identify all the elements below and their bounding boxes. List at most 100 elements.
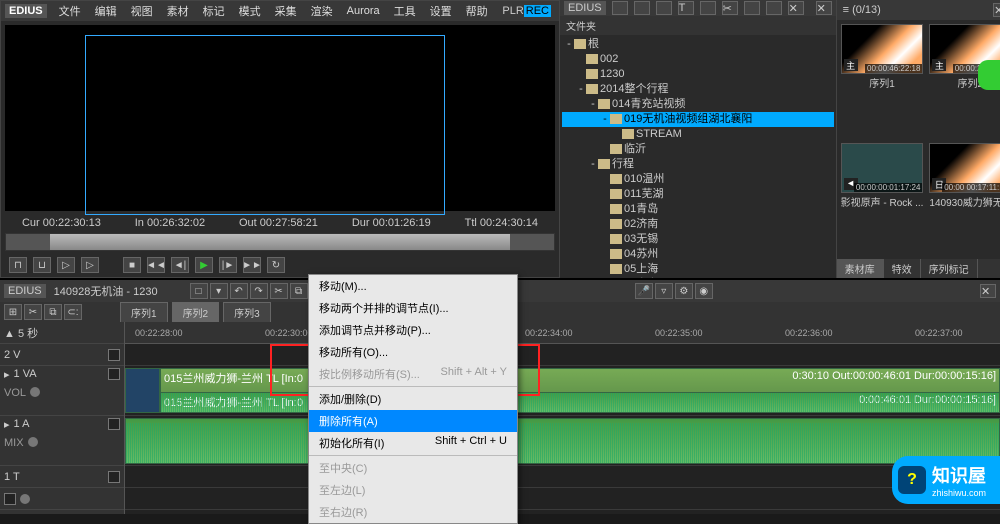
tree-node[interactable]: 05上海 — [562, 262, 834, 277]
tree-node[interactable]: 01青岛 — [562, 202, 834, 217]
tree-root[interactable]: -根 — [562, 37, 834, 52]
render-btn[interactable]: ◉ — [695, 283, 713, 299]
snap-btn[interactable]: ⊞ — [4, 304, 22, 320]
context-menu[interactable]: 移动(M)...移动两个并排的调节点(I)...添加调节点并移动(P)...移动… — [308, 274, 518, 524]
menu-mode[interactable]: 模式 — [233, 1, 267, 21]
menu-render[interactable]: 渲染 — [305, 1, 339, 21]
track-1va[interactable]: ▸1 VA VOL — [0, 366, 124, 416]
track-row-1a[interactable] — [125, 416, 1000, 466]
save-btn[interactable]: ▾ — [210, 283, 228, 299]
close-icon[interactable]: ✕ — [980, 284, 996, 298]
redo-btn[interactable]: ↷ — [250, 283, 268, 299]
menu-tools[interactable]: 工具 — [388, 1, 422, 21]
tree-node[interactable]: 010温州 — [562, 172, 834, 187]
scrub-bar[interactable] — [5, 233, 555, 251]
prev-btn[interactable]: ▷ — [57, 257, 75, 273]
menu-view[interactable]: 视图 — [125, 1, 159, 21]
tab-seq3[interactable]: 序列3 — [223, 302, 271, 323]
tree-node[interactable]: -行程 — [562, 157, 834, 172]
play-btn[interactable]: ▶ — [195, 257, 213, 273]
menu-capture[interactable]: 采集 — [269, 1, 303, 21]
magnet-btn[interactable]: ⊂: — [64, 304, 82, 320]
tree-node[interactable]: -019无机油视频组湖北襄阳 — [562, 112, 834, 127]
menu-help[interactable]: 帮助 — [460, 1, 494, 21]
track-2v[interactable]: 2 V — [0, 344, 124, 366]
preview-viewport[interactable] — [5, 25, 555, 211]
menu-aurora[interactable]: Aurora — [341, 3, 386, 19]
new-seq-btn[interactable]: □ — [190, 283, 208, 299]
loop-btn[interactable]: ↻ — [267, 257, 285, 273]
tree-node[interactable]: 03无锡 — [562, 232, 834, 247]
step-fwd-btn[interactable]: |► — [219, 257, 237, 273]
group-btn[interactable]: ⧉ — [44, 304, 62, 320]
ctx-item[interactable]: 删除所有(A) — [309, 410, 517, 432]
menu-mark[interactable]: 标记 — [197, 1, 231, 21]
marker-btn[interactable]: ▿ — [655, 283, 673, 299]
rew-btn[interactable]: ◄◄ — [147, 257, 165, 273]
ctx-item[interactable]: 添加/删除(D) — [309, 388, 517, 410]
menu-file[interactable]: 文件 — [53, 1, 87, 21]
tree-node[interactable]: 06南京 — [562, 277, 834, 278]
next-btn[interactable]: ▷ — [81, 257, 99, 273]
mark-out-btn[interactable]: ⊔ — [33, 257, 51, 273]
settings-btn[interactable]: ⚙ — [675, 283, 693, 299]
tree-node[interactable]: -2014整个行程 — [562, 82, 834, 97]
ffwd-btn[interactable]: ►► — [243, 257, 261, 273]
audio-clip-1[interactable]: 015兰州威力狮-兰州 TL [In:00:00:46:01 Dur:00:00… — [160, 392, 1000, 413]
ctx-item[interactable]: 移动所有(O)... — [309, 341, 517, 363]
menu-edit[interactable]: 编辑 — [89, 1, 123, 21]
search-icon[interactable] — [612, 1, 628, 15]
tree-node[interactable]: 002 — [562, 52, 834, 67]
clip-thumb[interactable] — [125, 368, 160, 413]
menu-settings[interactable]: 设置 — [424, 1, 458, 21]
step-back-btn[interactable]: ◄| — [171, 257, 189, 273]
track-row-x[interactable] — [125, 488, 1000, 510]
tree-node[interactable]: STREAM — [562, 127, 834, 142]
ctx-item[interactable]: 初始化所有(I)Shift + Ctrl + U — [309, 432, 517, 454]
tab-seq2[interactable]: 序列2 — [172, 302, 220, 323]
new-icon[interactable] — [656, 1, 672, 15]
folder-tree[interactable]: -根 0021230-2014整个行程-014青充站视频-019无机油视频组湖北… — [560, 35, 836, 278]
folder-icon[interactable] — [634, 1, 650, 15]
cut-icon[interactable]: ✂ — [722, 1, 738, 15]
ctx-item[interactable]: 移动(M)... — [309, 275, 517, 297]
track-row-1t[interactable] — [125, 466, 1000, 488]
ctx-item[interactable]: 移动两个并排的调节点(I)... — [309, 297, 517, 319]
stop-btn[interactable]: ■ — [123, 257, 141, 273]
close-icon[interactable]: ✕ — [993, 3, 1000, 17]
timeline-tracks[interactable]: 00:22:28:0000:22:30:0000:22:32:0000:22:3… — [125, 322, 1000, 514]
audio-clip-2[interactable] — [125, 418, 1000, 464]
close-icon[interactable]: ✕ — [816, 1, 832, 15]
track-row-1va[interactable]: 015兰州威力狮-兰州 TL [In:00:30:10 Out:00:00:46… — [125, 366, 1000, 416]
track-1a[interactable]: ▸1 A MIX — [0, 416, 124, 466]
bin-clip[interactable]: ◄00:00:00:01:17:24影视原声 - Rock ... — [841, 143, 924, 256]
mic-icon[interactable]: 🎤 — [635, 283, 653, 299]
plr-rec-toggle[interactable]: PLRREC — [498, 3, 555, 19]
tab-effects[interactable]: 特效 — [884, 259, 921, 278]
menu-clip[interactable]: 素材 — [161, 1, 195, 21]
track-1t[interactable]: 1 T — [0, 466, 124, 488]
tab-markers[interactable]: 序列标记 — [921, 259, 978, 278]
tree-node[interactable]: 011芜湖 — [562, 187, 834, 202]
tree-node[interactable]: 04苏州 — [562, 247, 834, 262]
tree-node[interactable]: -014青充站视频 — [562, 97, 834, 112]
bin-clip[interactable]: 主00:00:46:22:18序列1 — [841, 24, 924, 137]
mark-in-btn[interactable]: ⊓ — [9, 257, 27, 273]
time-ruler[interactable]: 00:22:28:0000:22:30:0000:22:32:0000:22:3… — [125, 322, 1000, 344]
scale-header[interactable]: ▲ 5 秒 — [0, 322, 124, 344]
bin-grid[interactable]: 主00:00:46:22:18序列1主00:00:24:30:14序列2◄00:… — [837, 20, 1000, 259]
title-icon[interactable]: T — [678, 1, 694, 15]
track-row-2v[interactable] — [125, 344, 1000, 366]
paste-icon[interactable] — [766, 1, 782, 15]
props-icon[interactable] — [700, 1, 716, 15]
tab-library[interactable]: 素材库 — [837, 259, 884, 278]
bin-clip[interactable]: 日00:00 00:17:11:15140930威力狮无... — [929, 143, 1000, 256]
ripple-btn[interactable]: ✂ — [24, 304, 42, 320]
tab-seq1[interactable]: 序列1 — [120, 302, 168, 323]
tree-node[interactable]: 02济南 — [562, 217, 834, 232]
undo-btn[interactable]: ↶ — [230, 283, 248, 299]
cut-btn[interactable]: ✂ — [270, 283, 288, 299]
track-x[interactable] — [0, 488, 124, 510]
delete-icon[interactable]: ✕ — [788, 1, 804, 15]
copy-btn[interactable]: ⧉ — [290, 283, 308, 299]
